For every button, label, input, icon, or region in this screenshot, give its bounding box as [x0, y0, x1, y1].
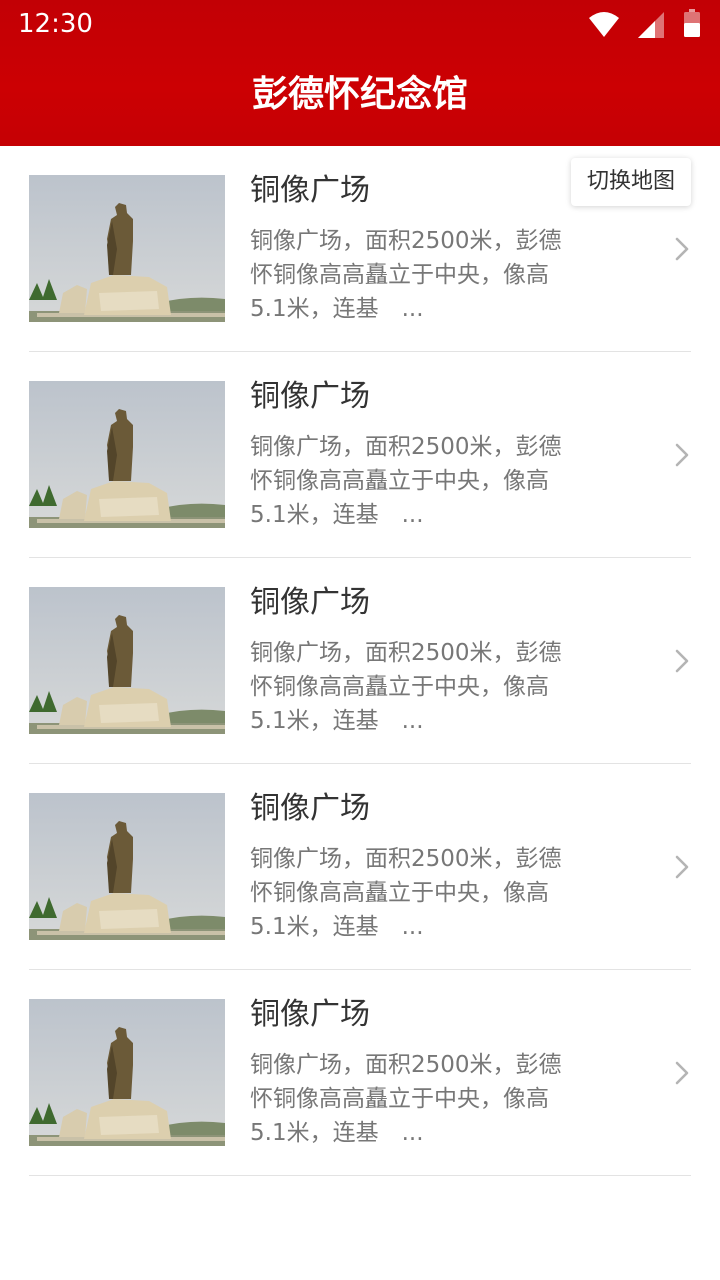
battery-icon [684, 9, 700, 37]
item-description: 铜像广场，面积2500米，彭德 怀铜像高高矗立于中央，像高 5.1米，连基 ..… [250, 1048, 590, 1150]
item-description: 铜像广场，面积2500米，彭德 怀铜像高高矗立于中央，像高 5.1米，连基 ..… [250, 224, 590, 326]
statue-photo [29, 381, 225, 528]
statue-image [29, 999, 225, 1146]
desc-line-1: 铜像广场，面积2500米，彭德 [250, 1052, 562, 1078]
statue-image [29, 793, 225, 940]
desc-line-3: 5.1米，连基 ... [250, 1120, 424, 1146]
statue-image [29, 381, 225, 528]
desc-line-2: 怀铜像高高矗立于中央，像高 [250, 674, 549, 700]
statue-image [29, 587, 225, 734]
statue-photo [29, 793, 225, 940]
chevron-right-icon [675, 649, 689, 673]
page-title: 彭德怀纪念馆 [251, 74, 468, 115]
item-title: 铜像广场 [250, 791, 370, 826]
desc-line-1: 铜像广场，面积2500米，彭德 [250, 434, 562, 460]
item-title: 铜像广场 [250, 585, 370, 620]
item-title: 铜像广场 [250, 379, 370, 414]
list-item-3[interactable]: 铜像广场 铜像广场，面积2500米，彭德 怀铜像高高矗立于中央，像高 5.1米，… [0, 558, 720, 764]
statue-photo [29, 999, 225, 1146]
desc-line-1: 铜像广场，面积2500米，彭德 [250, 846, 562, 872]
desc-line-2: 怀铜像高高矗立于中央，像高 [250, 468, 549, 494]
attraction-list: 铜像广场 铜像广场，面积2500米，彭德 怀铜像高高矗立于中央，像高 5.1米，… [0, 146, 720, 1176]
chevron-right-icon [675, 1061, 689, 1085]
desc-line-1: 铜像广场，面积2500米，彭德 [250, 640, 562, 666]
wifi-icon [589, 12, 619, 37]
chevron-right-icon [675, 855, 689, 879]
list-item-4[interactable]: 铜像广场 铜像广场，面积2500米，彭德 怀铜像高高矗立于中央，像高 5.1米，… [0, 764, 720, 970]
item-title: 铜像广场 [250, 173, 370, 208]
chevron-right-icon [675, 237, 689, 261]
desc-line-1: 铜像广场，面积2500米，彭德 [250, 228, 562, 254]
statue-photo [29, 587, 225, 734]
item-description: 铜像广场，面积2500米，彭德 怀铜像高高矗立于中央，像高 5.1米，连基 ..… [250, 636, 590, 738]
divider [29, 1175, 691, 1176]
desc-line-3: 5.1米，连基 ... [250, 708, 424, 734]
desc-line-3: 5.1米，连基 ... [250, 296, 424, 322]
desc-line-3: 5.1米，连基 ... [250, 914, 424, 940]
desc-line-2: 怀铜像高高矗立于中央，像高 [250, 262, 549, 288]
item-title: 铜像广场 [250, 997, 370, 1032]
switch-map-button[interactable]: 切换地图 [571, 158, 691, 206]
chevron-right-icon [675, 443, 689, 467]
status-time: 12:30 [18, 9, 93, 39]
desc-line-2: 怀铜像高高矗立于中央，像高 [250, 880, 549, 906]
item-description: 铜像广场，面积2500米，彭德 怀铜像高高矗立于中央，像高 5.1米，连基 ..… [250, 842, 590, 944]
app-header: 12:30 彭德怀纪念馆 [0, 0, 720, 146]
status-bar: 12:30 [0, 0, 720, 48]
list-item-2[interactable]: 铜像广场 铜像广场，面积2500米，彭德 怀铜像高高矗立于中央，像高 5.1米，… [0, 352, 720, 558]
signal-icon [638, 12, 664, 38]
statue-photo [29, 175, 225, 322]
statue-image [29, 175, 225, 322]
desc-line-2: 怀铜像高高矗立于中央，像高 [250, 1086, 549, 1112]
item-description: 铜像广场，面积2500米，彭德 怀铜像高高矗立于中央，像高 5.1米，连基 ..… [250, 430, 590, 532]
list-item-5[interactable]: 铜像广场 铜像广场，面积2500米，彭德 怀铜像高高矗立于中央，像高 5.1米，… [0, 970, 720, 1176]
desc-line-3: 5.1米，连基 ... [250, 502, 424, 528]
